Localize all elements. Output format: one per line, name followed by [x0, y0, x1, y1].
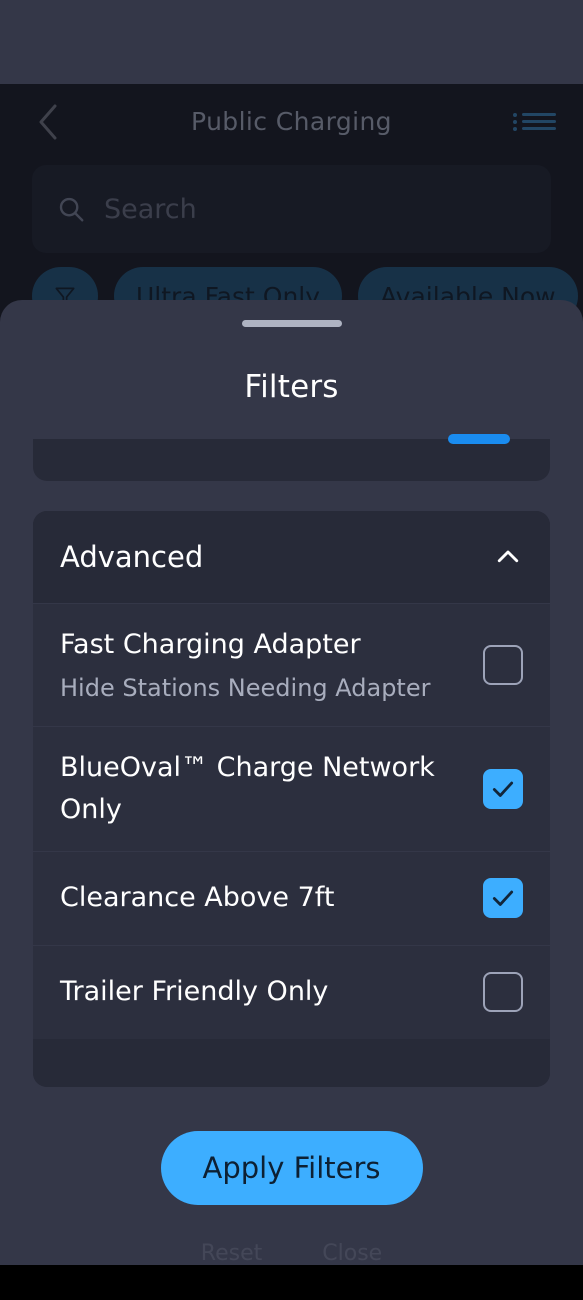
row-text-block: Clearance Above 7ft	[60, 857, 334, 939]
list-view-icon	[512, 110, 556, 134]
row-text-block: Fast Charging Adapter Hide Stations Need…	[60, 604, 430, 726]
advanced-filter-rows: Fast Charging Adapter Hide Stations Need…	[33, 603, 550, 1039]
filter-row-blueoval-charge-network-only[interactable]: BlueOval™ Charge Network Only	[33, 725, 550, 851]
apply-filters-button[interactable]: Apply Filters	[160, 1130, 423, 1205]
row-label: Fast Charging Adapter	[60, 629, 361, 660]
reset-label[interactable]: Reset	[201, 1241, 262, 1265]
apply-button-area: Apply Filters	[33, 1130, 550, 1205]
check-icon	[492, 890, 514, 906]
card-footer-spacer	[33, 1038, 550, 1087]
filters-bottom-sheet: Filters Advanced Fast Charging Adapter H…	[0, 300, 583, 1265]
sheet-title: Filters	[244, 369, 339, 405]
sheet-handle-area[interactable]	[0, 300, 583, 327]
row-sublabel: Hide Stations Needing Adapter	[60, 673, 431, 702]
check-icon	[492, 781, 514, 797]
row-label: Clearance Above 7ft	[60, 882, 335, 914]
filter-row-fast-charging-adapter[interactable]: Fast Charging Adapter Hide Stations Need…	[33, 603, 550, 726]
secondary-actions-partial: Reset Close	[33, 1241, 550, 1265]
home-indicator-bar	[0, 1265, 583, 1300]
advanced-section-title: Advanced	[60, 540, 204, 574]
list-view-button[interactable]	[511, 100, 557, 144]
previous-section-card-partial[interactable]	[33, 434, 550, 481]
advanced-section-card: Advanced Fast Charging Adapter Hide Stat…	[33, 511, 550, 1087]
range-slider-track[interactable]	[448, 434, 510, 444]
filter-row-trailer-friendly-only[interactable]: Trailer Friendly Only	[33, 944, 550, 1039]
filters-scroll-area[interactable]: Advanced Fast Charging Adapter Hide Stat…	[0, 405, 583, 1265]
phone-screen: Public Charging Search Ultra Fast Only A…	[0, 0, 583, 1300]
status-bar-area	[0, 0, 583, 84]
row-label: BlueOval™ Charge Network Only	[60, 751, 435, 825]
drag-handle[interactable]	[241, 320, 342, 327]
row-label: Trailer Friendly Only	[60, 976, 329, 1008]
checkbox-fast-charging-adapter[interactable]	[483, 644, 523, 685]
checkbox-trailer-friendly-only[interactable]	[483, 972, 523, 1013]
chevron-up-icon[interactable]	[493, 542, 523, 572]
checkbox-blueoval-charge-network-only[interactable]	[483, 768, 523, 809]
row-text-block: BlueOval™ Charge Network Only	[60, 727, 470, 851]
advanced-section-header[interactable]: Advanced	[33, 511, 550, 603]
filter-row-clearance-above-7ft[interactable]: Clearance Above 7ft	[33, 850, 550, 945]
close-label[interactable]: Close	[322, 1241, 382, 1265]
row-text-block: Trailer Friendly Only	[60, 951, 328, 1033]
checkbox-clearance-above-7ft[interactable]	[483, 878, 523, 919]
